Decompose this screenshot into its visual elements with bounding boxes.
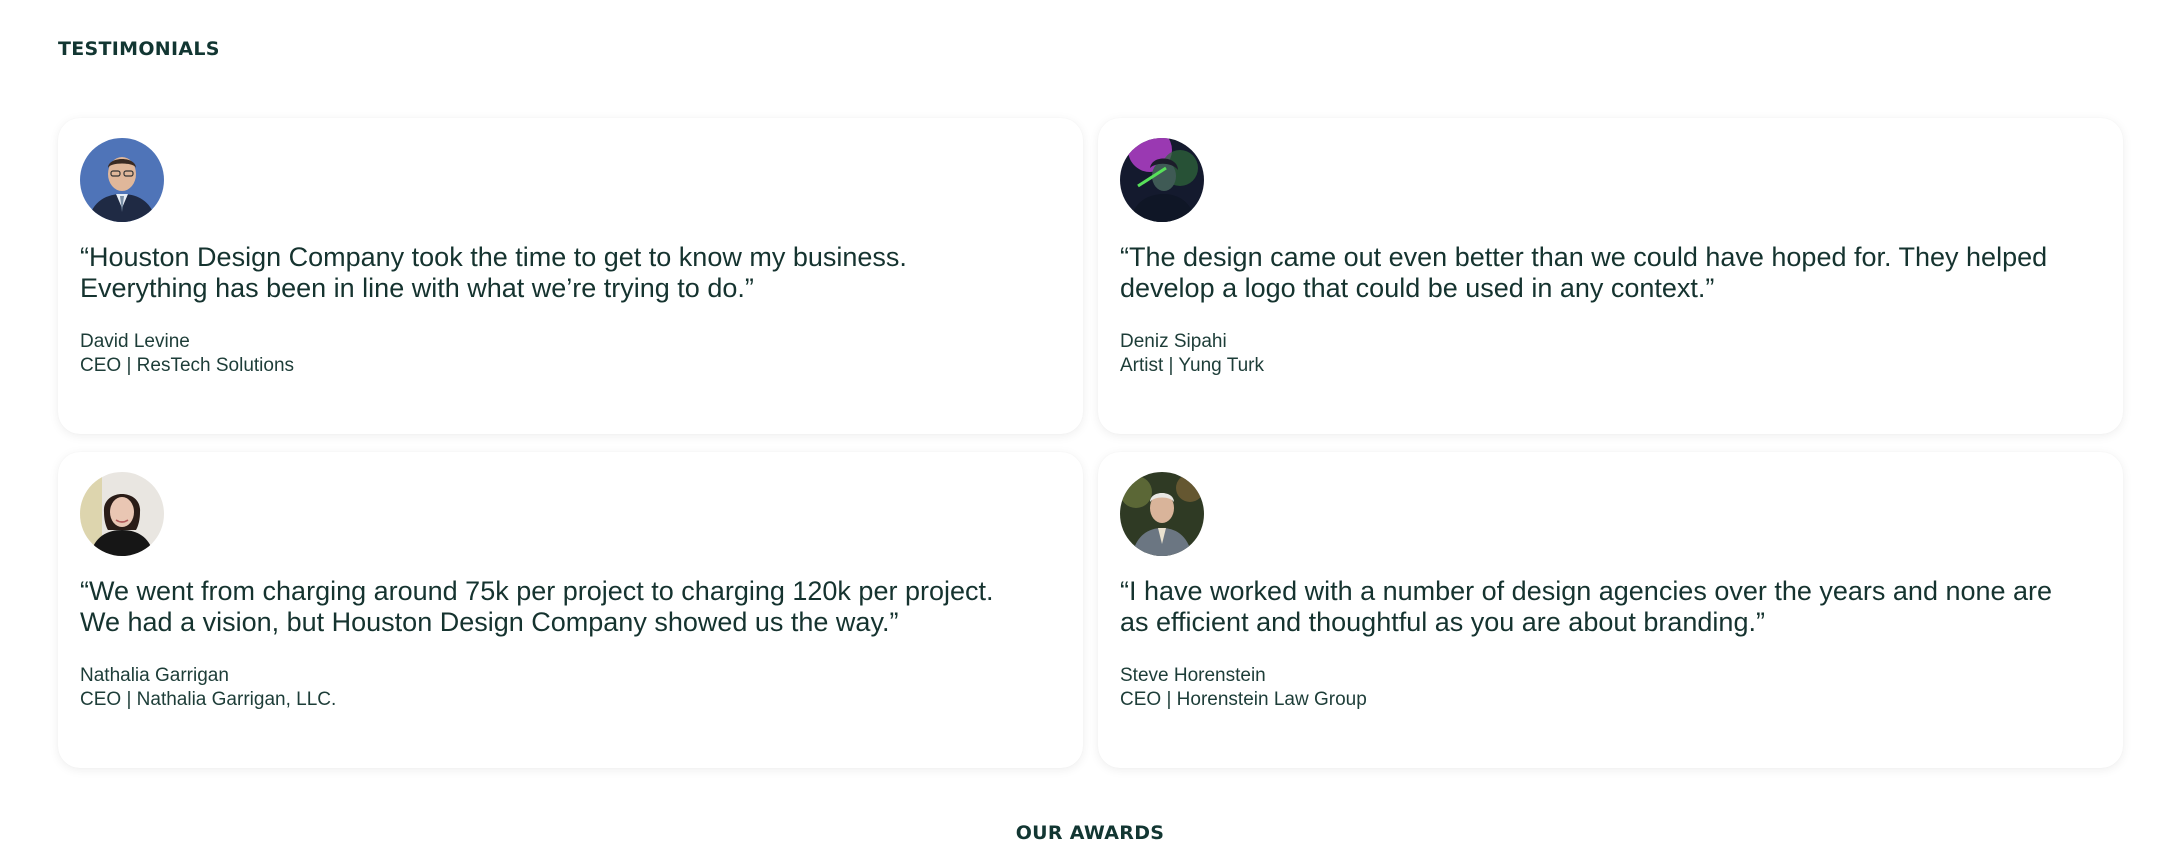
testimonial-quote: “I have worked with a number of design a… — [1120, 576, 2053, 637]
testimonial-card: “I have worked with a number of design a… — [1098, 452, 2123, 768]
testimonial-quote: “The design came out even better than we… — [1120, 242, 2048, 303]
author-name: David Levine — [80, 331, 190, 352]
avatar — [80, 472, 164, 556]
avatar — [1120, 138, 1204, 222]
testimonials-heading: TESTIMONIALS — [58, 38, 220, 60]
author-role: CEO | ResTech Solutions — [80, 355, 295, 376]
person-portrait-icon — [1120, 138, 1204, 222]
author-role: Artist | Yung Turk — [1120, 355, 1264, 376]
author-role: CEO | Horenstein Law Group — [1120, 689, 1367, 710]
author-name: Steve Horenstein — [1120, 665, 1266, 686]
testimonial-author: Deniz Sipahi Artist | Yung Turk — [1120, 330, 2101, 378]
testimonial-author: Nathalia Garrigan CEO | Nathalia Garriga… — [80, 664, 1061, 712]
testimonial-card: “We went from charging around 75k per pr… — [58, 452, 1083, 768]
author-role: CEO | Nathalia Garrigan, LLC. — [80, 689, 337, 710]
awards-heading: OUR AWARDS — [1015, 822, 1165, 844]
person-portrait-icon — [1120, 472, 1204, 556]
testimonial-quote: “Houston Design Company took the time to… — [80, 242, 907, 303]
author-name: Nathalia Garrigan — [80, 665, 229, 686]
person-portrait-icon — [80, 472, 164, 556]
avatar — [80, 138, 164, 222]
testimonial-author: Steve Horenstein CEO | Horenstein Law Gr… — [1120, 664, 2101, 712]
person-portrait-icon — [80, 138, 164, 222]
avatar — [1120, 472, 1204, 556]
testimonial-card: “The design came out even better than we… — [1098, 118, 2123, 434]
author-name: Deniz Sipahi — [1120, 331, 1227, 352]
testimonial-card: “Houston Design Company took the time to… — [58, 118, 1083, 434]
testimonial-author: David Levine CEO | ResTech Solutions — [80, 330, 1061, 378]
testimonial-quote: “We went from charging around 75k per pr… — [80, 576, 994, 637]
testimonials-grid: “Houston Design Company took the time to… — [58, 118, 2123, 768]
